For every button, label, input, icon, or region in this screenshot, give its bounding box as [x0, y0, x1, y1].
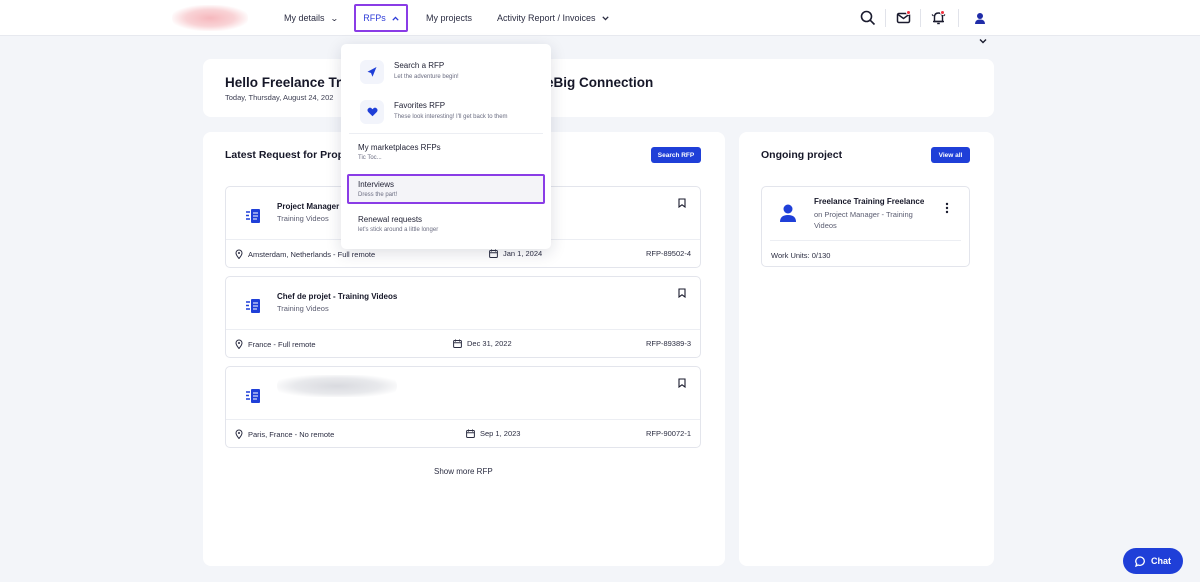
top-navigation-bar: My details ⌄ RFPs My projects Activity R…: [0, 0, 1200, 44]
search-rfp-button[interactable]: Search RFP: [651, 147, 701, 163]
rfp-date-text: Jan 1, 2024: [503, 249, 543, 258]
rfp-date: Dec 31, 2022: [453, 339, 512, 348]
work-units: Work Units: 0/130: [771, 251, 831, 260]
calendar-icon: [466, 429, 475, 438]
chat-button[interactable]: Chat: [1123, 548, 1183, 574]
chat-bubble-icon: [1135, 555, 1145, 567]
notification-badge: [940, 10, 945, 15]
logo[interactable]: [172, 5, 248, 31]
nav-my-projects[interactable]: My projects: [426, 0, 472, 36]
rfp-id: RFP-89389-3: [645, 339, 691, 348]
rfp-location: Amsterdam, Netherlands - Full remote: [235, 249, 375, 259]
rfp-location-text: Paris, France - No remote: [248, 429, 335, 439]
location-pin-icon: [235, 339, 243, 349]
rfp-date-text: Sep 1, 2023: [480, 429, 521, 438]
show-more-rfp-link[interactable]: Show more RFP: [434, 467, 493, 476]
bell-icon[interactable]: [930, 9, 948, 27]
nav-my-details-label: My details: [284, 13, 325, 23]
ongoing-project-title: Ongoing project: [761, 149, 843, 161]
rfp-location-text: France - Full remote: [248, 339, 316, 349]
rfp-date-text: Dec 31, 2022: [467, 339, 512, 348]
rfp-location: Paris, France - No remote: [235, 429, 334, 439]
nav-rfps[interactable]: RFPs: [354, 4, 408, 32]
user-icon: [975, 13, 985, 24]
document-icon: [246, 299, 260, 313]
dropdown-item-search-rfp[interactable]: Search a RFP Let the adventure begin!: [341, 58, 551, 90]
rfp-title-blurred: [277, 375, 397, 397]
rfp-subtitle: Training Videos: [277, 304, 329, 313]
calendar-icon: [489, 249, 498, 258]
latest-rfp-title: Latest Request for Prop: [225, 149, 345, 161]
dropdown-item-favorites-rfp[interactable]: Favorites RFP These look interesting! I'…: [341, 98, 551, 130]
greeting-title: Hello Freelance Tra: [225, 75, 349, 90]
greeting-title-end: eBig Connection: [546, 75, 654, 90]
user-menu[interactable]: [973, 9, 1003, 44]
rfp-subtitle: Training Videos: [277, 214, 329, 223]
bookmark-icon[interactable]: [678, 198, 686, 208]
location-pin-icon: [235, 429, 243, 439]
rfp-item[interactable]: Chef de projet - Training Videos Trainin…: [225, 276, 701, 358]
bookmark-icon[interactable]: [678, 378, 686, 388]
dropdown-item-desc: Dress the part!: [358, 192, 398, 198]
dropdown-item-desc: let's stick around a little longer: [358, 227, 439, 233]
rfp-location-text: Amsterdam, Netherlands - Full remote: [248, 249, 376, 259]
rfp-date: Jan 1, 2024: [489, 249, 542, 258]
project-title: Freelance Training Freelance: [814, 197, 925, 206]
dropdown-item-label: Interviews: [358, 180, 395, 189]
nav-activity-report-label: Activity Report / Invoices: [497, 13, 596, 23]
user-icon: [780, 204, 796, 222]
more-options-icon[interactable]: [945, 201, 949, 214]
divider: [349, 133, 543, 134]
calendar-icon: [453, 339, 462, 348]
dropdown-item-desc: Tic Toc...: [358, 155, 382, 161]
view-all-button[interactable]: View all: [931, 147, 970, 163]
dropdown-item-label: Renewal requests: [358, 215, 423, 224]
dropdown-item-desc: Let the adventure begin!: [394, 74, 459, 80]
greeting-date: Today, Thursday, August 24, 202: [225, 93, 334, 102]
divider: [226, 419, 700, 420]
chevron-up-icon: [392, 15, 399, 21]
divider: [920, 9, 921, 27]
chat-label: Chat: [1151, 556, 1171, 566]
chevron-down-icon: ⌄: [329, 13, 339, 23]
nav-my-details[interactable]: My details ⌄: [284, 0, 339, 36]
bookmark-icon[interactable]: [678, 288, 686, 298]
mail-icon[interactable]: [895, 9, 913, 27]
rfp-title: Project Manager: [277, 202, 340, 211]
document-icon: [246, 209, 260, 223]
dropdown-item-label: Search a RFP: [394, 61, 445, 70]
rfp-id: RFP-90072-1: [645, 429, 691, 438]
divider: [885, 9, 886, 27]
document-icon: [246, 389, 260, 403]
rfp-date: Sep 1, 2023: [466, 429, 520, 438]
project-subtitle: on Project Manager - Training Videos: [814, 210, 913, 230]
dropdown-item-marketplaces-rfps[interactable]: My marketplaces RFPs Tic Toc...: [341, 140, 551, 168]
notification-badge: [906, 10, 911, 15]
nav-rfps-label: RFPs: [363, 13, 386, 23]
dropdown-item-desc: These look interesting! I'll get back to…: [394, 114, 508, 120]
nav-my-projects-label: My projects: [426, 13, 473, 23]
project-item[interactable]: Freelance Training Freelance on Project …: [761, 186, 970, 267]
divider: [226, 329, 700, 330]
search-icon[interactable]: [859, 9, 877, 27]
chevron-down-icon: [979, 39, 987, 44]
dropdown-item-label: Favorites RFP: [394, 101, 446, 110]
rfp-id: RFP-89502-4: [645, 249, 691, 258]
dropdown-item-renewal-requests[interactable]: Renewal requests let's stick around a li…: [341, 212, 551, 240]
rfp-location: France - Full remote: [235, 339, 316, 349]
location-pin-icon: [235, 249, 243, 259]
divider: [770, 240, 961, 241]
rfp-title: Chef de projet - Training Videos: [277, 292, 398, 301]
heart-icon: [360, 100, 384, 124]
dropdown-item-label: My marketplaces RFPs: [358, 143, 441, 152]
dropdown-item-interviews[interactable]: Interviews Dress the part!: [347, 174, 545, 204]
divider: [958, 9, 959, 27]
send-icon: [360, 60, 384, 84]
nav-activity-report[interactable]: Activity Report / Invoices: [497, 0, 609, 36]
chevron-down-icon: [601, 15, 609, 21]
rfp-item[interactable]: Paris, France - No remote Sep 1, 2023 RF…: [225, 366, 701, 448]
